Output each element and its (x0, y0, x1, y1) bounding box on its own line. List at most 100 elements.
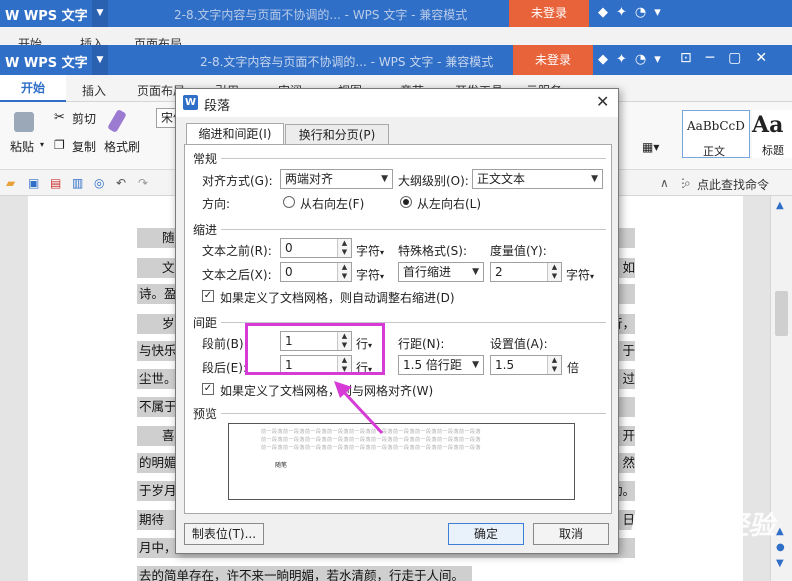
pointer-arrow-icon (334, 381, 384, 435)
measure-input[interactable]: 2 ▲ ▼ (490, 262, 562, 282)
snap-grid-label[interactable]: 如果定义了文档网格，则与网格对齐(W) (220, 382, 433, 399)
format-painter-button[interactable]: 格式刷 (104, 138, 140, 155)
next-page-icon[interactable]: ▼ (776, 558, 784, 569)
copy-button[interactable]: 复制 (72, 138, 96, 155)
baidu-brand: Baidu 经验 (630, 511, 775, 541)
paste-dropdown-icon[interactable]: ▾ (40, 140, 44, 149)
chevron-down-icon: ▾ (590, 272, 595, 281)
text-line[interactable]: 去的简单存在，许不来一晌明媚，若水清颜，行走于人间。 (137, 566, 472, 581)
wps-logo: W WPS 文字 (5, 52, 88, 71)
pdf-icon[interactable]: ▤ (50, 176, 61, 190)
auto-indent-checkbox[interactable]: ✓ (202, 290, 214, 302)
separator (221, 413, 606, 414)
format-painter-icon[interactable] (107, 108, 127, 134)
ok-button[interactable]: 确定 (448, 523, 524, 545)
indent-before-input[interactable]: 0 ▲ ▼ (280, 238, 352, 258)
undo-icon[interactable]: ↶ (116, 176, 126, 190)
rtl-label[interactable]: 从右向左(F) (300, 195, 364, 212)
paste-button[interactable]: 粘贴 (10, 138, 34, 155)
app-name: WPS 文字 (23, 56, 88, 71)
indent-after-unit[interactable]: 字符▾ (356, 266, 384, 283)
special-format-label: 特殊格式(S): (398, 244, 468, 258)
cancel-button[interactable]: 取消 (533, 523, 609, 545)
indent-section-title: 缩进 (193, 223, 218, 237)
save-icon[interactable]: ▣ (28, 176, 39, 190)
style-heading[interactable]: Aa 标题 (752, 110, 792, 158)
highlight-box (245, 323, 385, 375)
print-icon[interactable]: ▥ (72, 176, 83, 190)
scroll-thumb[interactable] (775, 291, 788, 336)
login-button[interactable]: 未登录 (513, 45, 593, 75)
title-icons[interactable]: ◆✦◔▾ (598, 5, 669, 20)
login-button[interactable]: 未登录 (509, 0, 589, 27)
indent-before-label: 文本之前(R): (202, 244, 272, 258)
ltr-label[interactable]: 从左向右(L) (417, 195, 481, 212)
space-after-label: 段后(E): (202, 361, 247, 375)
spinner-arrows-icon[interactable]: ▲ ▼ (337, 263, 351, 281)
skin-shirt-icons[interactable]: ◆✦◔▾ (598, 52, 669, 67)
window-controls[interactable]: ⊡─▢✕ (680, 50, 781, 66)
app-menu-dropdown[interactable]: ▼ (92, 45, 108, 75)
indent-before-unit[interactable]: 字符▾ (356, 242, 384, 259)
general-section-title: 常规 (193, 152, 218, 166)
alignment-value: 两端对齐 (285, 172, 334, 186)
measure-unit[interactable]: 字符▾ (566, 266, 594, 283)
redo-icon[interactable]: ↷ (138, 176, 148, 190)
select-browse-icon[interactable]: ● (776, 542, 785, 553)
auto-indent-label[interactable]: 如果定义了文档网格，则自动调整右缩进(D) (220, 289, 455, 306)
setting-value-input[interactable]: 1.5 ▲ ▼ (490, 355, 562, 375)
ltr-radio[interactable] (400, 196, 412, 208)
wps-w-icon: W (183, 95, 198, 110)
preview-icon[interactable]: ◎ (94, 176, 104, 190)
paste-icon[interactable] (14, 112, 34, 132)
copy-icon[interactable]: ❐ (54, 138, 65, 152)
tab-indent-spacing[interactable]: 缩进和间距(I) (186, 123, 284, 145)
preview-section-title: 预览 (193, 407, 218, 421)
collapse-ribbon-icon[interactable]: ∧ (660, 176, 669, 190)
spinner-arrows-icon[interactable]: ▲ ▼ (547, 263, 561, 281)
preview-line: 前一段落前一段落前一段落前一段落前一段落前一段落前一段落前一段落前一段落前一段落 (261, 445, 482, 451)
style-normal[interactable]: AaBbCcD 正文 (682, 110, 750, 158)
alignment-select[interactable]: 两端对齐 ▼ (280, 169, 393, 189)
indent-after-input[interactable]: 0 ▲ ▼ (280, 262, 352, 282)
style-normal-preview: AaBbCcD (687, 119, 745, 133)
special-format-select[interactable]: 首行缩进 ▼ (398, 262, 484, 282)
window-title-bar: W WPS 文字 ▼ 2-8.文字内容与页面不协调的... - WPS 文字 -… (0, 45, 792, 75)
space-before-label: 段前(B): (202, 337, 248, 351)
measure-label: 度量值(Y): (490, 244, 547, 258)
tab-insert[interactable]: 插入 (82, 82, 106, 99)
rtl-radio[interactable] (283, 196, 295, 208)
open-folder-icon[interactable]: ▰ (6, 176, 15, 190)
indent-after-unit-text: 字符 (356, 268, 381, 282)
find-command-box[interactable]: 点此查找命令 (697, 176, 769, 193)
style-heading-label: 标题 (762, 144, 784, 157)
spinner-arrows-icon[interactable]: ▲ ▼ (337, 239, 351, 257)
snap-grid-checkbox[interactable]: ✓ (202, 383, 214, 395)
outline-level-label: 大纲级别(O): (398, 174, 469, 188)
line-spacing-select[interactable]: 1.5 倍行距 ▼ (398, 355, 484, 375)
style-heading-preview: Aa (752, 112, 784, 138)
indent-after-label: 文本之后(X): (202, 268, 272, 282)
tab-line-page-breaks[interactable]: 换行和分页(P) (285, 124, 389, 145)
scissors-icon[interactable]: ✂ (54, 110, 65, 125)
outline-level-select[interactable]: 正文文本 ▼ (472, 169, 603, 189)
tab-stops-button[interactable]: 制表位(T)... (184, 523, 264, 545)
app-menu-dropdown[interactable]: ▼ (92, 0, 108, 27)
line-spacing-value: 1.5 倍行距 (403, 358, 462, 372)
indent-before-unit-text: 字符 (356, 244, 381, 258)
cut-button[interactable]: 剪切 (72, 110, 96, 127)
prev-page-icon[interactable]: ▲ (776, 526, 784, 537)
line-spacing-label: 行距(N): (398, 337, 445, 351)
w-logo-icon: W (5, 9, 20, 24)
border-icon[interactable]: ▦▾ (642, 140, 659, 154)
chevron-down-icon: ▼ (381, 174, 388, 184)
search-icon: ⌕ (684, 176, 691, 190)
tab-home[interactable]: 开始 (0, 75, 66, 102)
paragraph-dialog: W 段落 ✕ 缩进和间距(I) 换行和分页(P) 常规 对齐方式(G): 两端对… (175, 88, 619, 554)
spinner-arrows-icon[interactable]: ▲ ▼ (547, 356, 561, 374)
scroll-up-icon[interactable]: ▲ (776, 200, 784, 211)
w-logo-icon: W (5, 56, 20, 71)
outline-level-value: 正文文本 (477, 172, 526, 186)
background-title-bar: W WPS 文字 ▼ 2-8.文字内容与页面不协调的... - WPS 文字 -… (0, 0, 792, 27)
close-icon[interactable]: ✕ (596, 92, 609, 111)
